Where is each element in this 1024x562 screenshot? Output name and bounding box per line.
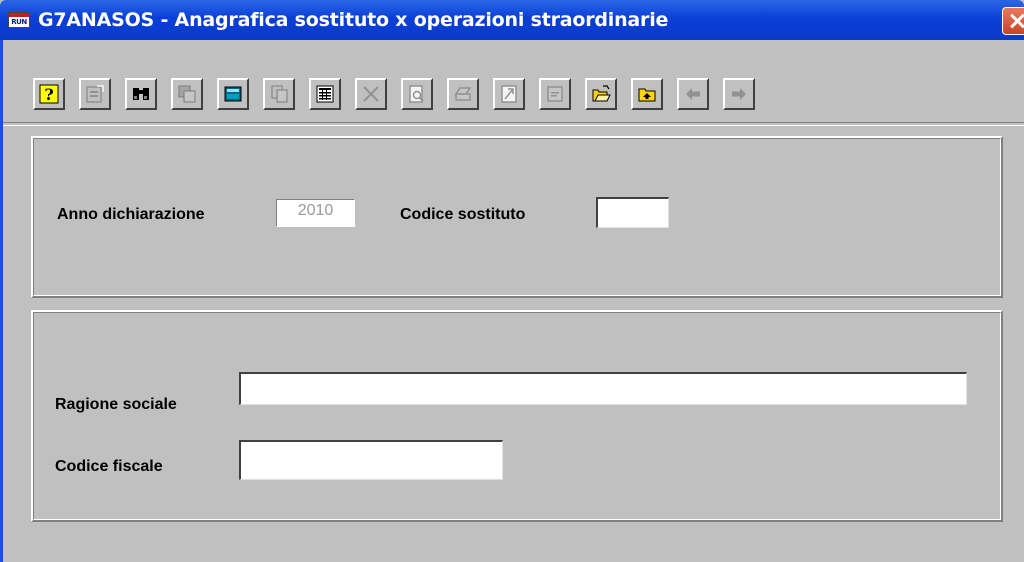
list-button[interactable] <box>309 78 341 110</box>
up-folder-button[interactable] <box>631 78 663 110</box>
calculator-icon <box>224 86 242 102</box>
toolbar-separator <box>3 122 1024 126</box>
codice-sostituto-input[interactable] <box>596 197 669 228</box>
binoculars-icon <box>133 88 149 100</box>
arrow-left-icon <box>686 88 700 100</box>
note-button[interactable] <box>539 78 571 110</box>
arrow-right-icon <box>732 88 746 100</box>
previous-button[interactable] <box>677 78 709 110</box>
print-button[interactable] <box>447 78 479 110</box>
window-title: G7ANASOS - Anagrafica sostituto x operaz… <box>38 9 669 31</box>
open-folder-button[interactable] <box>585 78 617 110</box>
ragione-sociale-input[interactable] <box>239 372 967 405</box>
delete-button[interactable] <box>355 78 387 110</box>
export-button[interactable] <box>493 78 525 110</box>
codice-fiscale-input[interactable] <box>239 440 503 480</box>
open-folder-icon <box>592 85 611 102</box>
paste-icon <box>271 85 288 103</box>
printer-icon <box>454 87 472 101</box>
next-button[interactable] <box>723 78 755 110</box>
title-bar: RUN G7ANASOS - Anagrafica sostituto x op… <box>0 0 1024 40</box>
svg-text:?: ? <box>44 85 53 104</box>
delete-x-icon <box>363 86 379 102</box>
anno-dichiarazione-value: 2010 <box>297 202 334 219</box>
app-icon-text: RUN <box>11 18 27 26</box>
detail-panel: Ragione sociale Codice fiscale <box>31 310 1003 522</box>
ragione-sociale-label: Ragione sociale <box>55 396 177 413</box>
properties-icon <box>86 85 104 103</box>
codice-fiscale-label: Codice fiscale <box>55 458 163 475</box>
question-icon: ? <box>39 84 59 104</box>
run-app-icon[interactable]: RUN <box>8 12 30 28</box>
anno-dichiarazione-label: Anno dichiarazione <box>57 206 205 223</box>
codice-sostituto-label: Codice sostituto <box>400 206 526 223</box>
header-panel: Anno dichiarazione 2010 Codice sostituto <box>31 136 1003 298</box>
copy-record-icon <box>178 85 196 103</box>
copy-record-button[interactable] <box>171 78 203 110</box>
help-button[interactable]: ? <box>33 78 65 110</box>
paste-button[interactable] <box>263 78 295 110</box>
close-button[interactable] <box>1002 7 1024 35</box>
properties-button[interactable] <box>79 78 111 110</box>
search-button[interactable] <box>125 78 157 110</box>
calculator-button[interactable] <box>217 78 249 110</box>
window-body: ? Anno dichiarazione 2010 Codice sostitu… <box>0 40 1024 562</box>
document-export-icon <box>501 85 517 103</box>
print-preview-icon <box>409 85 424 103</box>
note-icon <box>547 86 563 102</box>
folder-up-icon <box>638 88 656 102</box>
anno-dichiarazione-field: 2010 <box>276 199 355 227</box>
list-view-icon <box>316 85 334 103</box>
preview-button[interactable] <box>401 78 433 110</box>
